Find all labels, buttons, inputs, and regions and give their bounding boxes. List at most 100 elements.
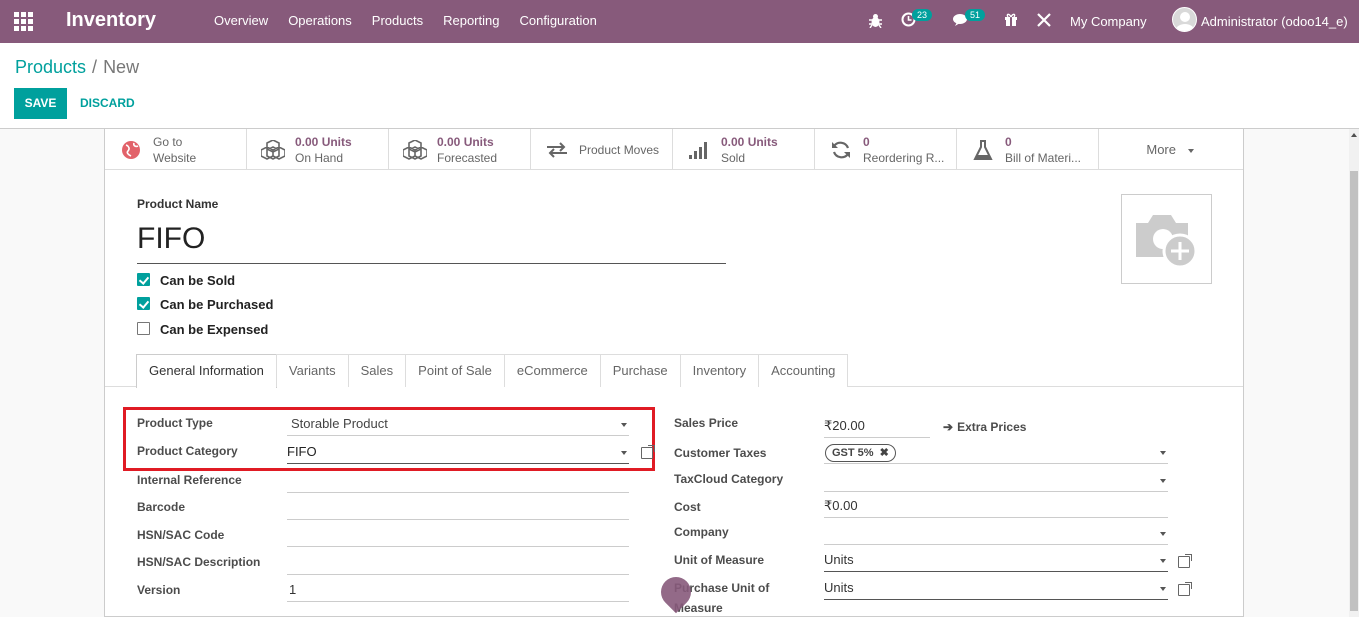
arrow-right-icon: ➔ [943,420,954,434]
hsn-description-input[interactable] [287,553,629,575]
bom-value: 0 [1005,135,1012,149]
apps-menu-icon[interactable] [14,12,33,31]
sales-price-input[interactable]: ₹20.00 [824,416,930,438]
app-title[interactable]: Inventory [66,9,156,32]
vertical-scrollbar[interactable] [1349,129,1359,617]
product-name-label: Product Name [137,197,219,211]
product-image-upload[interactable] [1121,194,1212,284]
tax-tag[interactable]: GST 5% ✖ [825,444,896,462]
cost-value: ₹0.00 [824,498,858,513]
sales-price-label: Sales Price [674,416,739,430]
tab-sales[interactable]: Sales [347,354,407,387]
external-link-icon[interactable] [1178,554,1192,568]
discard-button[interactable]: DISCARD [80,96,135,110]
bill-of-materials-button[interactable]: 0 Bill of Materi... [957,129,1099,170]
barcode-label: Barcode [137,500,186,514]
product-type-label: Product Type [137,416,213,430]
purchase-uom-select[interactable]: Units [824,578,1168,600]
tab-general-information[interactable]: General Information [136,354,277,388]
tab-inventory[interactable]: Inventory [679,354,760,387]
control-panel: Products / New SAVE DISCARD [0,43,1359,129]
product-category-select[interactable]: FIFO [287,442,629,464]
menu-configuration[interactable]: Configuration [519,13,596,28]
save-button[interactable]: SAVE [14,88,67,119]
caret-down-icon [621,423,627,427]
company-select[interactable] [824,523,1168,545]
can-be-sold-label: Can be Sold [160,273,236,288]
breadcrumb-current: New [103,57,140,77]
more-dropdown[interactable]: More [1099,129,1241,170]
company-switcher[interactable]: My Company [1070,0,1147,43]
tab-variants[interactable]: Variants [275,354,349,387]
top-navbar: Inventory Overview Operations Products R… [0,0,1359,43]
barcode-input[interactable] [287,498,629,520]
breadcrumb: Products / New [15,57,139,78]
product-type-value: Storable Product [291,416,388,431]
notebook-tabs: General Information Variants Sales Point… [136,354,849,388]
extra-prices-label: Extra Prices [957,420,1027,434]
product-moves-button[interactable]: Product Moves [531,129,673,170]
globe-icon [122,141,140,159]
exchange-icon [547,142,567,158]
breadcrumb-separator: / [92,57,98,77]
can-be-expensed-label: Can be Expensed [160,322,269,337]
cost-input[interactable]: ₹0.00 [824,496,1168,518]
tab-purchase[interactable]: Purchase [599,354,681,387]
can-be-sold-checkbox[interactable] [137,273,150,286]
menu-reporting[interactable]: Reporting [443,13,499,28]
gift-icon[interactable] [1004,12,1018,27]
cubes-icon [261,140,285,160]
external-link-icon[interactable] [641,445,655,459]
product-moves-label: Product Moves [579,143,660,157]
smart-button-box: Go to Website 0.00 Units On Hand 0.00 Un… [105,129,1243,170]
taxcloud-category-select[interactable] [824,470,1168,492]
menu-products[interactable]: Products [372,13,423,28]
signal-icon [689,142,707,159]
external-link-icon[interactable] [1178,582,1192,596]
product-category-label: Product Category [137,444,238,458]
debug-tools-icon[interactable] [1037,13,1051,27]
hsn-code-input[interactable] [287,525,629,547]
sold-value: 0.00 Units [721,135,778,149]
user-menu[interactable]: Administrator (odoo14_e) [1201,0,1348,43]
purchase-uom-value: Units [824,580,854,595]
on-hand-label: On Hand [295,151,344,165]
extra-prices-button[interactable]: ➔ Extra Prices [943,420,1026,434]
reordering-rules-button[interactable]: 0 Reordering R... [815,129,957,170]
version-input[interactable]: 1 [287,580,629,602]
caret-down-icon [1160,559,1166,563]
sold-button[interactable]: 0.00 Units Sold [673,129,815,170]
smart-label-line2: Website [153,151,197,165]
unit-of-measure-select[interactable]: Units [824,550,1168,572]
user-avatar[interactable] [1172,7,1197,32]
unit-of-measure-label: Unit of Measure [674,553,765,567]
breadcrumb-products-link[interactable]: Products [15,57,86,77]
version-label: Version [137,583,181,597]
scroll-up-icon[interactable] [1351,133,1357,137]
more-label: More [1146,142,1176,157]
company-label: Company [674,525,729,539]
close-icon[interactable]: ✖ [880,447,889,459]
camera-add-icon [1136,215,1198,269]
forecasted-button[interactable]: 0.00 Units Forecasted [389,129,531,170]
can-be-expensed-checkbox[interactable] [137,322,150,335]
go-to-website-button[interactable]: Go to Website [105,129,247,170]
messages-count-badge: 51 [965,9,986,21]
tab-accounting[interactable]: Accounting [758,354,849,387]
product-type-select[interactable]: Storable Product [287,414,629,436]
forecasted-value: 0.00 Units [437,135,494,149]
menu-operations[interactable]: Operations [288,13,352,28]
main-menu: Overview Operations Products Reporting C… [214,13,617,28]
caret-down-icon [1160,532,1166,536]
tab-ecommerce[interactable]: eCommerce [503,354,601,387]
tab-point-of-sale[interactable]: Point of Sale [405,354,505,387]
product-name-input[interactable]: FIFO [137,219,726,264]
forecasted-label: Forecasted [437,151,498,165]
bug-icon[interactable] [869,13,882,28]
scrollbar-thumb[interactable] [1350,171,1358,611]
can-be-purchased-checkbox[interactable] [137,297,150,310]
menu-overview[interactable]: Overview [214,13,268,28]
internal-reference-input[interactable] [287,471,629,493]
on-hand-button[interactable]: 0.00 Units On Hand [247,129,389,170]
can-be-purchased-label: Can be Purchased [160,297,274,312]
